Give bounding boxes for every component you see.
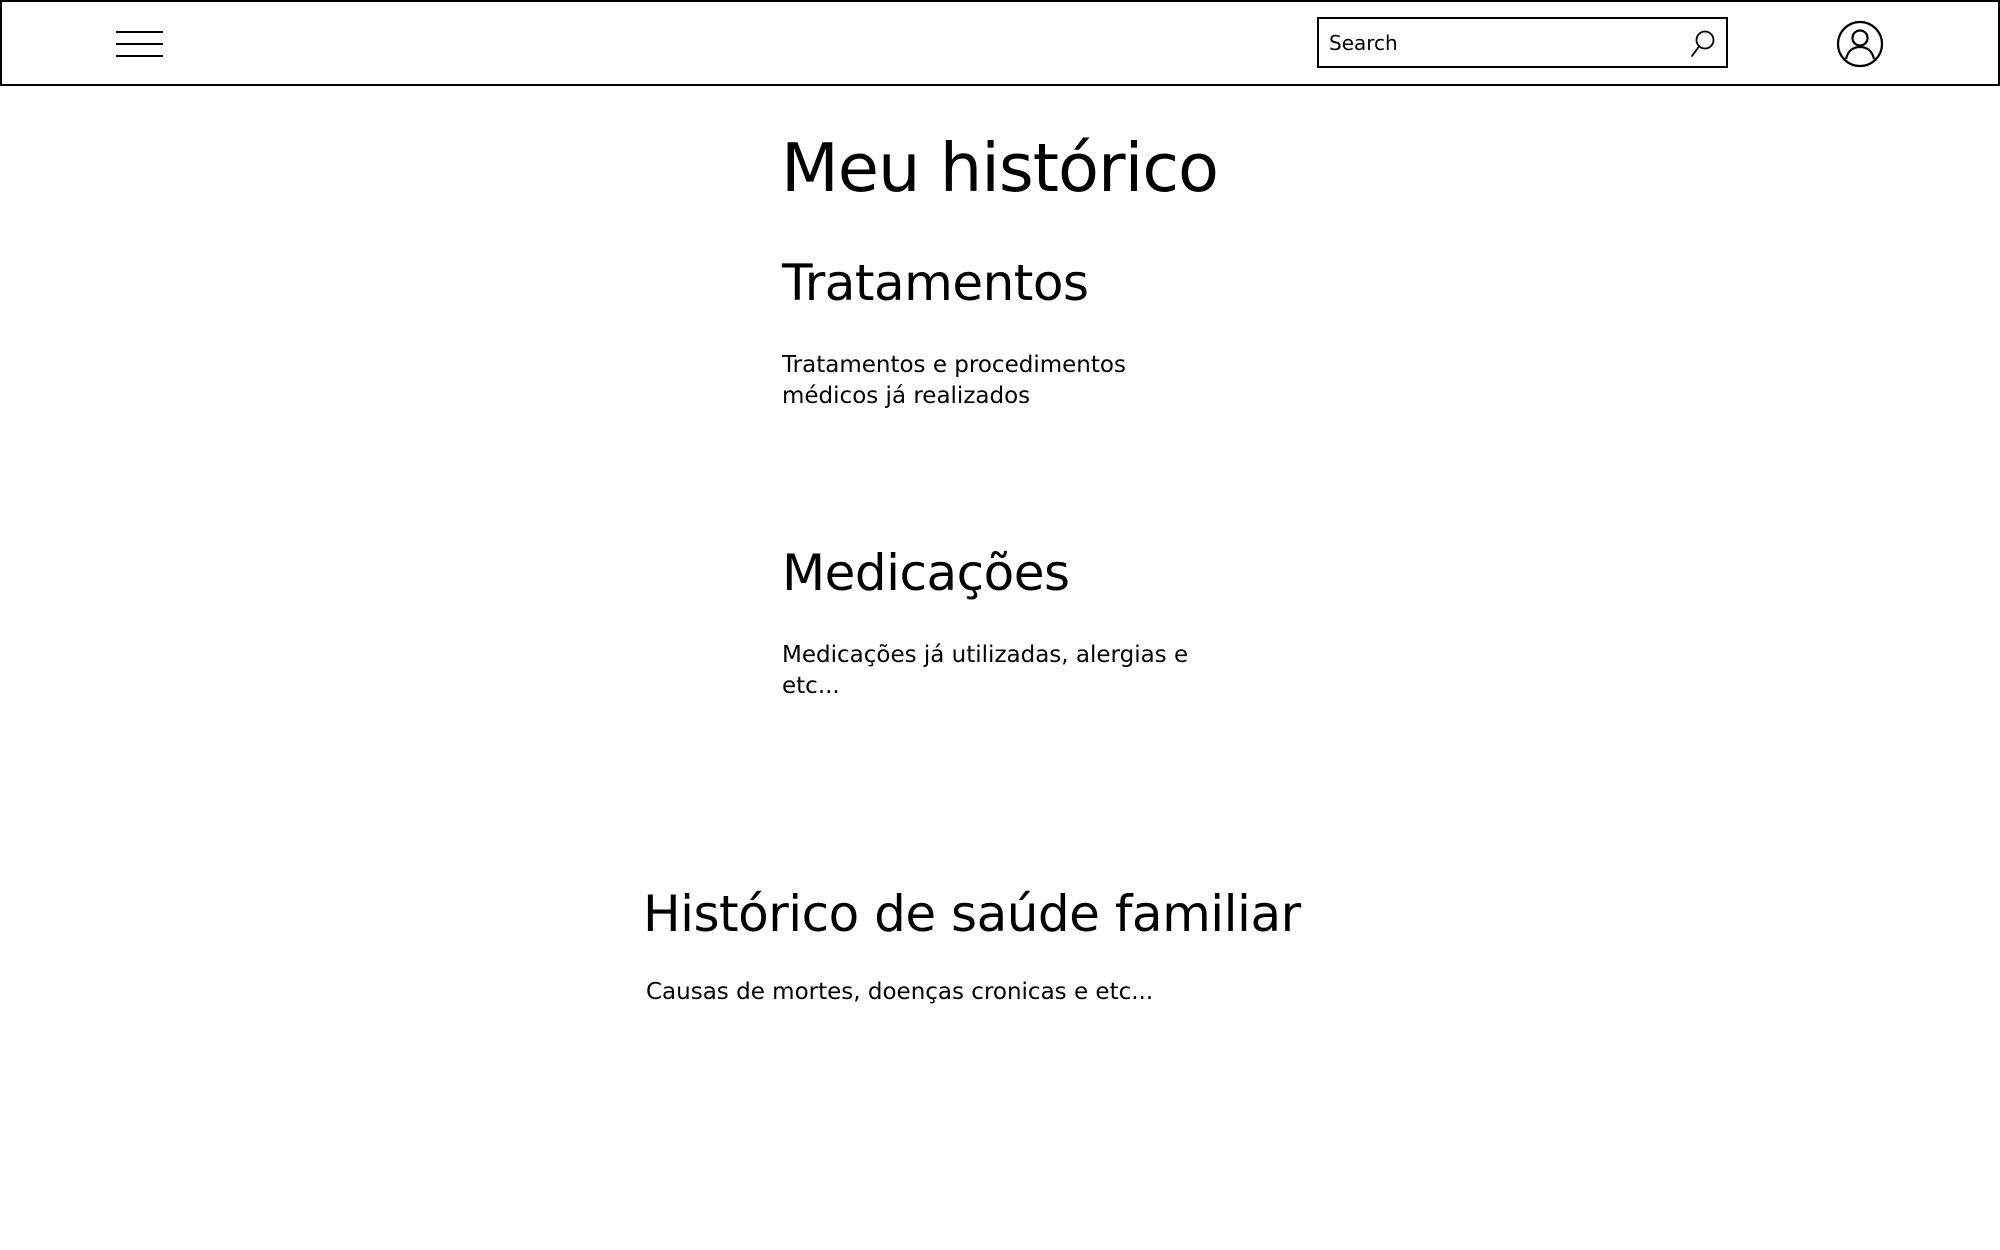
top-navigation-bar [0, 0, 2000, 86]
section-description: Medicações já utilizadas, alergias e etc… [782, 642, 1189, 699]
menu-line [116, 55, 163, 57]
search-input[interactable] [1329, 27, 1669, 59]
section-description: Causas de mortes, doenças cronicas e etc… [646, 979, 1154, 1005]
section-description: Tratamentos e procedimentos médicos já r… [782, 352, 1126, 409]
search-icon[interactable] [1689, 29, 1717, 59]
search-box [1317, 17, 1728, 68]
menu-line [116, 31, 163, 33]
user-account-icon[interactable] [1836, 20, 1884, 68]
hamburger-menu-icon[interactable] [111, 26, 163, 64]
section-title: Histórico de saúde familiar [643, 885, 1301, 943]
section-title: Tratamentos [782, 254, 1089, 312]
section-title: Medicações [782, 544, 1070, 602]
menu-line [116, 43, 163, 45]
page-title: Meu histórico [781, 129, 1219, 207]
